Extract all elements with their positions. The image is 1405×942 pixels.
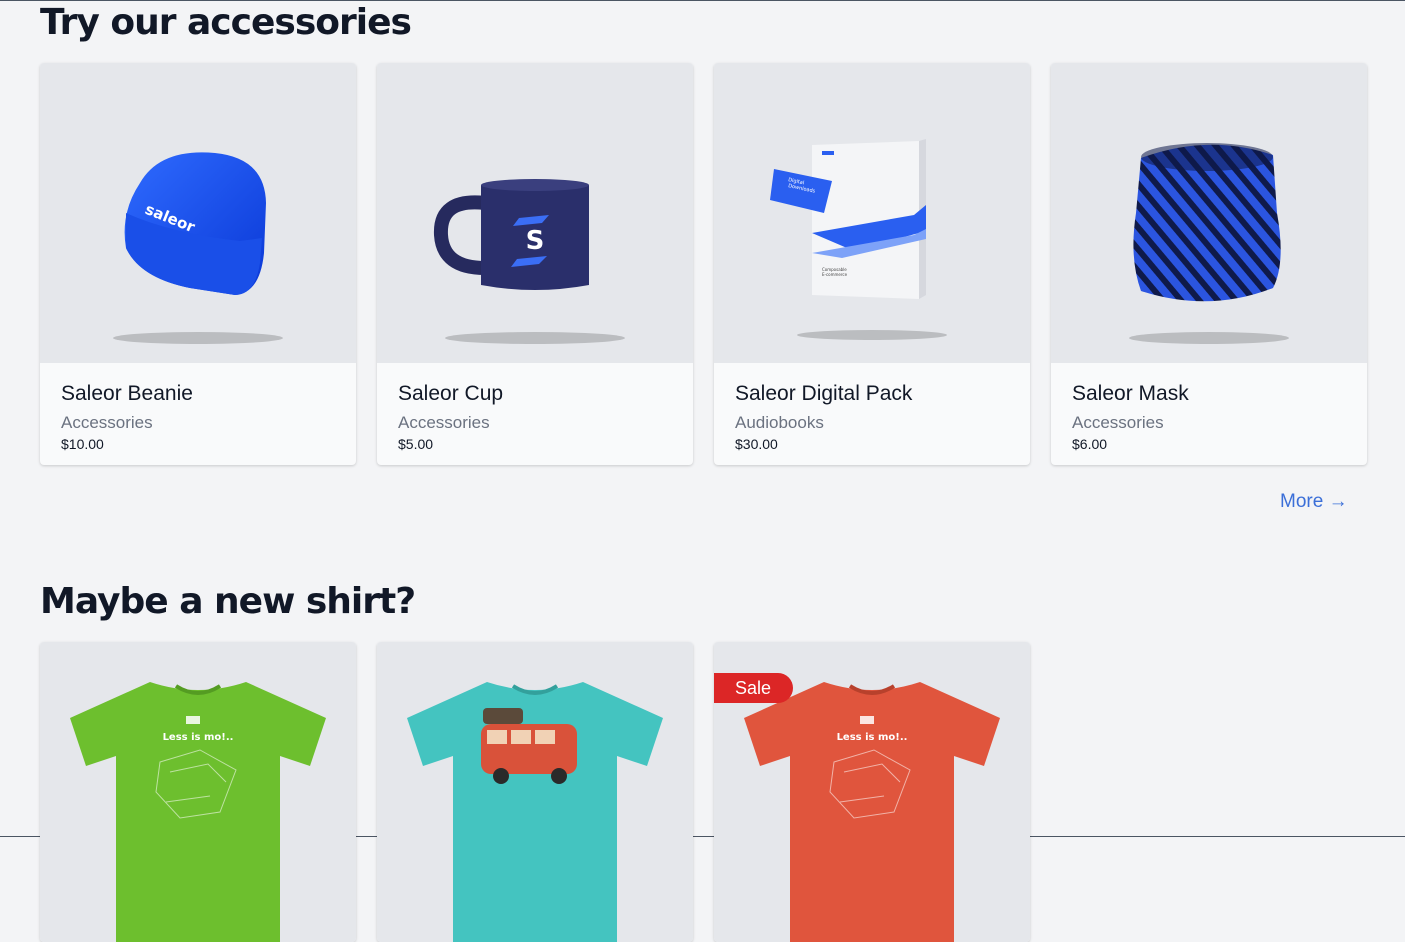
- product-card-body: Saleor Digital Pack Audiobooks $30.00: [714, 363, 1030, 465]
- accessories-product-grid: saleor Saleor Beanie Accessories $10.00 …: [40, 63, 1367, 465]
- accessories-section-title: Try our accessories: [40, 2, 412, 43]
- product-card-saleor-digital-pack[interactable]: Digital Downloads Composable E-commerce …: [714, 63, 1030, 465]
- product-category: Audiobooks: [735, 413, 824, 432]
- product-price: $10.00: [61, 436, 104, 452]
- product-card-saleor-mask[interactable]: Saleor Mask Accessories $6.00: [1051, 63, 1367, 465]
- product-card-green-shirt[interactable]: Less is mo!..: [40, 642, 356, 942]
- product-price: $5.00: [398, 436, 434, 452]
- svg-text:E-commerce: E-commerce: [822, 272, 848, 277]
- shirts-section-title: Maybe a new shirt?: [40, 581, 416, 622]
- product-price: $6.00: [1072, 436, 1108, 452]
- product-card-turquoise-shirt[interactable]: [377, 642, 693, 942]
- product-card-red-shirt[interactable]: Less is mo!.. Sale: [714, 642, 1030, 942]
- product-price: $30.00: [735, 436, 778, 452]
- turquoise-tshirt-image: [407, 682, 663, 942]
- more-accessories-link[interactable]: More →: [1280, 491, 1348, 513]
- shirts-product-grid: Less is mo!.. Less is mo!.. Sale: [40, 642, 1367, 942]
- product-image-container: S: [377, 63, 693, 363]
- product-image-container: Less is mo!.. Sale: [714, 642, 1030, 942]
- product-category: Accessories: [1072, 413, 1164, 432]
- product-card-saleor-cup[interactable]: S Saleor Cup Accessories $5.00: [377, 63, 693, 465]
- product-card-body: Saleor Cup Accessories $5.00: [377, 363, 693, 465]
- product-name: Saleor Cup: [398, 382, 504, 405]
- product-name: Saleor Mask: [1072, 382, 1189, 405]
- svg-text:Less is mo!..: Less is mo!..: [163, 732, 234, 743]
- product-image-container: Less is mo!..: [40, 642, 356, 942]
- cup-image: S: [433, 179, 625, 344]
- product-card-body: Saleor Beanie Accessories $10.00: [40, 363, 356, 465]
- product-image-container: Digital Downloads Composable E-commerce: [714, 63, 1030, 363]
- digital-pack-image: Digital Downloads Composable E-commerce: [770, 139, 947, 340]
- product-name: Saleor Digital Pack: [735, 382, 913, 405]
- svg-text:Less is mo!..: Less is mo!..: [837, 732, 908, 743]
- green-tshirt-image: Less is mo!..: [70, 682, 326, 942]
- product-image-container: [1051, 63, 1367, 363]
- sale-badge: Sale: [714, 673, 794, 703]
- svg-text:S: S: [526, 226, 545, 256]
- product-name: Saleor Beanie: [61, 382, 193, 405]
- beanie-image: saleor: [113, 152, 283, 344]
- product-image-container: [377, 642, 693, 942]
- mask-image: [1129, 143, 1289, 344]
- product-card-body: Saleor Mask Accessories $6.00: [1051, 363, 1367, 465]
- product-category: Accessories: [61, 413, 153, 432]
- product-category: Accessories: [398, 413, 490, 432]
- product-card-saleor-beanie[interactable]: saleor Saleor Beanie Accessories $10.00: [40, 63, 356, 465]
- product-image-container: saleor: [40, 63, 356, 363]
